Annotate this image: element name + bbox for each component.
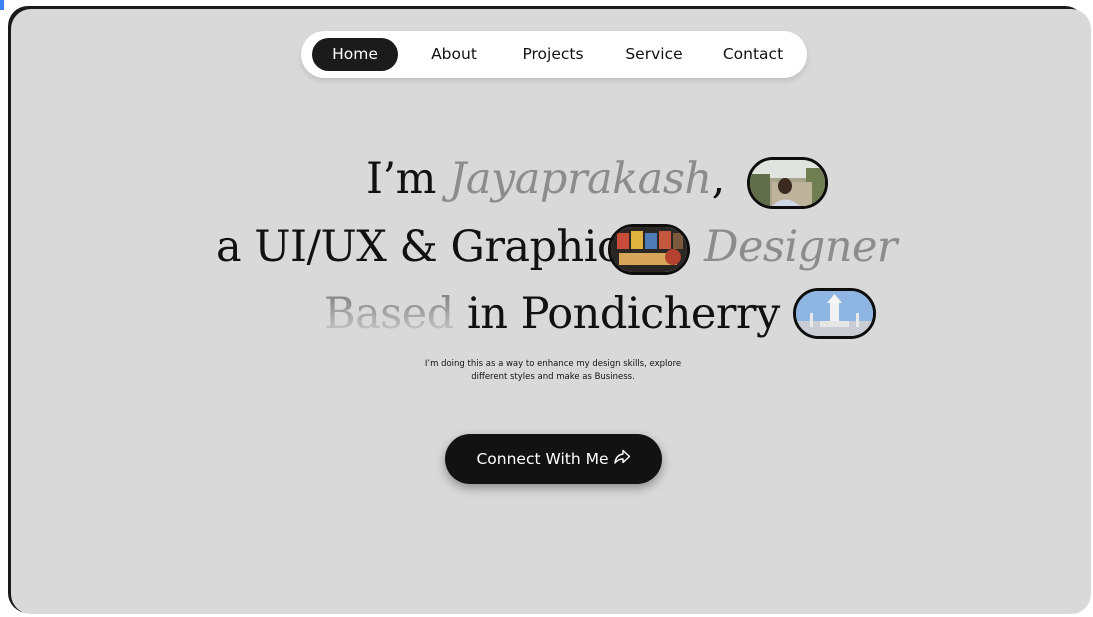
top-navigation: Home About Projects Service Contact bbox=[301, 31, 807, 78]
hero-role-text: a UI/UX & Graphic bbox=[216, 222, 621, 272]
hero-description: I’m doing this as a way to enhance my de… bbox=[330, 358, 776, 384]
hero-name: Jayaprakash bbox=[449, 154, 712, 204]
portrait-photo-image bbox=[750, 160, 825, 206]
connect-button-label: Connect With Me bbox=[476, 450, 609, 468]
nav-home[interactable]: Home bbox=[312, 38, 398, 71]
hero-location-text: in Pondicherry bbox=[453, 289, 780, 339]
design-work-pill bbox=[608, 224, 690, 275]
design-work-image bbox=[611, 227, 687, 272]
hero-intro-text: I’m bbox=[366, 154, 450, 204]
hero-description-line-2: different styles and make as Business. bbox=[471, 372, 635, 382]
nav-projects[interactable]: Projects bbox=[515, 38, 591, 71]
window-corner-marker bbox=[0, 0, 4, 10]
nav-contact[interactable]: Contact bbox=[716, 38, 790, 71]
hero-description-line-1: I’m doing this as a way to enhance my de… bbox=[424, 359, 682, 369]
portrait-image-pill bbox=[747, 157, 828, 209]
landmark-image-pill bbox=[793, 288, 876, 339]
hero-based-word: Based bbox=[324, 289, 454, 339]
landmark-photo-image bbox=[796, 291, 873, 336]
hero-line-1: I’m Jayaprakash, bbox=[366, 154, 725, 204]
hero-designer-word: Designer bbox=[704, 222, 897, 272]
nav-about[interactable]: About bbox=[421, 38, 487, 71]
hero-line-3: Based in Pondicherry bbox=[324, 289, 780, 339]
nav-service[interactable]: Service bbox=[619, 38, 689, 71]
hero-line-2: a UI/UX & Graphic bbox=[216, 222, 621, 272]
connect-with-me-button[interactable]: Connect With Me bbox=[445, 434, 662, 484]
hero-comma: , bbox=[711, 154, 726, 204]
share-arrow-icon bbox=[613, 449, 631, 469]
